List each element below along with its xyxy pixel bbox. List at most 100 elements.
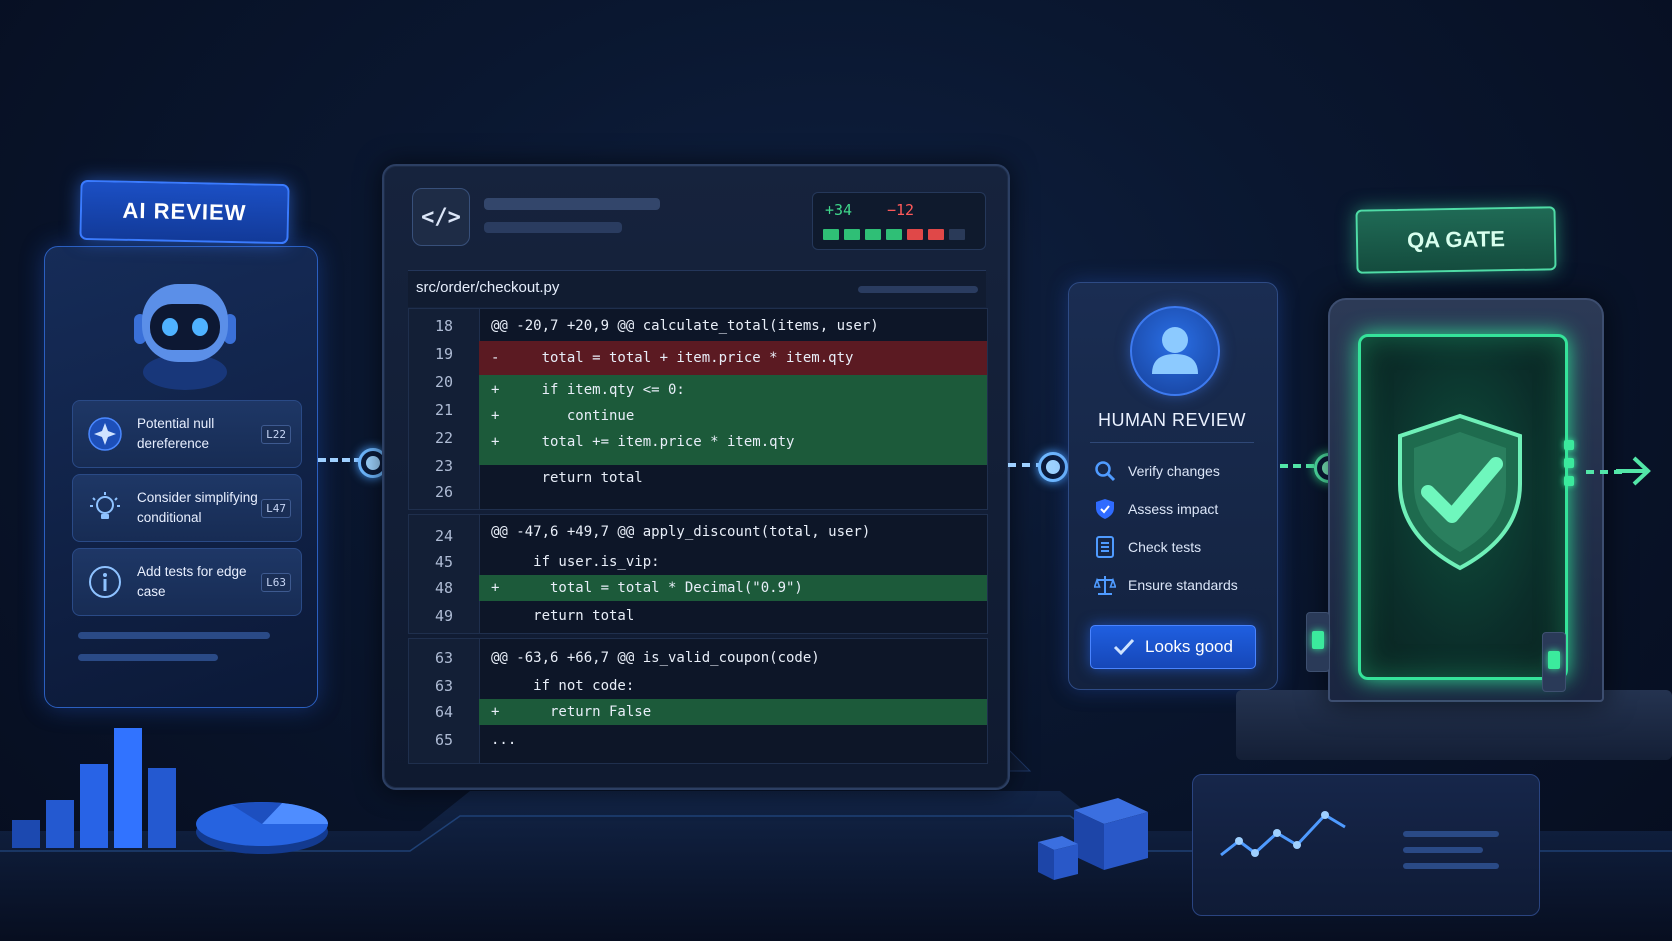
checklist-item-impact[interactable]: Assess impact <box>1094 498 1218 520</box>
line-number: 24 <box>434 527 454 545</box>
code-text: + total = total * Decimal("0.9") <box>491 580 803 596</box>
checklist-item-standards[interactable]: Ensure standards <box>1094 574 1238 596</box>
check-icon <box>1113 638 1135 656</box>
line-number: 63 <box>434 677 454 695</box>
line-number: 26 <box>434 483 454 501</box>
diffstat-square <box>928 229 944 240</box>
ai-finding-null-deref[interactable]: Potential null dereference L22 <box>72 400 302 468</box>
line-chart-card <box>1192 774 1540 916</box>
diffstat-square <box>949 229 965 240</box>
line-badge: L63 <box>261 572 291 592</box>
diffstat-square <box>886 229 902 240</box>
deletions-count: −12 <box>887 201 915 219</box>
shield-check-icon <box>1398 413 1522 571</box>
checklist-item-tests[interactable]: Check tests <box>1094 536 1201 558</box>
bar-chart-decoration <box>12 728 176 848</box>
diff-hunk: 63 @@ -63,6 +66,7 @@ is_valid_coupon(cod… <box>408 638 988 764</box>
scales-icon <box>1094 576 1116 595</box>
line-number: 19 <box>434 345 454 363</box>
divider <box>1090 442 1254 443</box>
checklist-label: Check tests <box>1128 539 1202 555</box>
diff-line-context: 63 if not code: <box>409 673 987 699</box>
lightbulb-icon <box>90 492 120 519</box>
placeholder-bar <box>858 286 978 293</box>
code-icon: </> <box>412 188 470 246</box>
diff-line-added: 48 + total = total * Decimal("0.9") <box>409 575 987 601</box>
info-icon <box>89 566 121 598</box>
line-chart-decoration <box>1220 811 1499 869</box>
line-number: 45 <box>434 553 454 571</box>
human-review-title: HUMAN REVIEW <box>1097 410 1246 430</box>
diff-stats: +34 −12 <box>812 192 986 250</box>
diff-line-context: 49 return total <box>409 603 987 629</box>
line-number: 22 <box>434 429 454 447</box>
diff-line-context: 65 ... <box>409 727 987 753</box>
sparkle-icon <box>88 417 122 451</box>
shield-icon <box>1096 499 1114 519</box>
ai-finding-text: Add tests for edge case <box>137 564 247 599</box>
diffstat-square <box>844 229 860 240</box>
checklist-label: Assess impact <box>1128 501 1219 517</box>
line-number: 21 <box>434 401 454 419</box>
file-header: src/order/checkout.py <box>408 270 986 307</box>
placeholder-bar <box>78 654 218 661</box>
gate-indicator-lights <box>1564 440 1574 486</box>
placeholder-bar <box>484 198 660 210</box>
robot-icon <box>134 284 236 390</box>
code-text: if user.is_vip: <box>491 554 660 570</box>
diff-hunk: 18 @@ -20,7 +20,9 @@ calculate_total(ite… <box>408 308 988 510</box>
ai-finding-tests[interactable]: Add tests for edge case L63 <box>72 548 302 616</box>
code-text: - total = total + item.price * item.qty <box>491 350 854 366</box>
ai-finding-simplify[interactable]: Consider simplifying conditional L47 <box>72 474 302 542</box>
hunk-header-row: 18 @@ -20,7 +20,9 @@ calculate_total(ite… <box>409 313 987 339</box>
looks-good-label: Looks good <box>1145 637 1233 656</box>
hunk-header: @@ -20,7 +20,9 @@ calculate_total(items,… <box>491 318 879 334</box>
hunk-header-row: 24 @@ -47,6 +49,7 @@ apply_discount(tota… <box>409 519 987 545</box>
hunk-header: @@ -47,6 +49,7 @@ apply_discount(total, … <box>491 524 871 540</box>
document-icon <box>1096 536 1114 558</box>
gate-pillar <box>1306 612 1330 672</box>
ai-finding-text: Potential null dereference <box>137 416 215 451</box>
line-badge: L22 <box>261 424 291 444</box>
checklist-item-verify[interactable]: Verify changes <box>1094 460 1220 482</box>
diff-line-added: 22 + total += item.price * item.qty <box>409 425 987 451</box>
cube-decoration <box>1038 798 1148 880</box>
avatar <box>1130 306 1220 396</box>
code-text: if not code: <box>491 678 635 694</box>
line-number: 49 <box>434 607 454 625</box>
diff-line-added: 64 + return False <box>409 699 987 725</box>
connector-node <box>1038 452 1068 482</box>
looks-good-button[interactable]: Looks good <box>1090 625 1256 669</box>
diff-line-context: 45 if user.is_vip: <box>409 549 987 575</box>
qa-gate-tag: QA GATE <box>1355 206 1557 274</box>
line-number: 18 <box>434 317 454 335</box>
checklist-label: Verify changes <box>1128 463 1220 479</box>
diff-line-context: 26 return total <box>409 470 987 505</box>
line-number: 64 <box>434 703 454 721</box>
connector-line <box>318 458 362 462</box>
file-path[interactable]: src/order/checkout.py <box>416 279 559 296</box>
line-number: 23 <box>434 457 454 475</box>
diff-line-added: 20 + if item.qty <= 0: <box>409 369 987 398</box>
line-number: 63 <box>434 649 454 667</box>
gate-pillar <box>1542 632 1566 692</box>
line-badge: L47 <box>261 498 291 518</box>
diffstat-square <box>865 229 881 240</box>
hunk-header: @@ -63,6 +66,7 @@ is_valid_coupon(code) <box>491 650 820 666</box>
ai-finding-text: Consider simplifying conditional <box>137 490 258 525</box>
placeholder-bar <box>484 222 622 233</box>
diff-hunk: 24 @@ -47,6 +49,7 @@ apply_discount(tota… <box>408 514 988 634</box>
additions-count: +34 <box>825 201 853 219</box>
code-text: + total += item.price * item.qty <box>491 434 795 450</box>
code-text: + return False <box>491 704 652 720</box>
ai-review-tag: AI REVIEW <box>79 179 290 245</box>
diffstat-square <box>823 229 839 240</box>
code-text: return total <box>491 608 635 624</box>
person-icon <box>1152 327 1198 374</box>
line-number: 65 <box>434 731 454 749</box>
arrow-right-icon <box>1616 456 1651 486</box>
code-text: return total <box>491 470 643 486</box>
line-number: 20 <box>434 373 454 391</box>
line-number: 48 <box>434 579 454 597</box>
search-icon <box>1095 461 1116 482</box>
